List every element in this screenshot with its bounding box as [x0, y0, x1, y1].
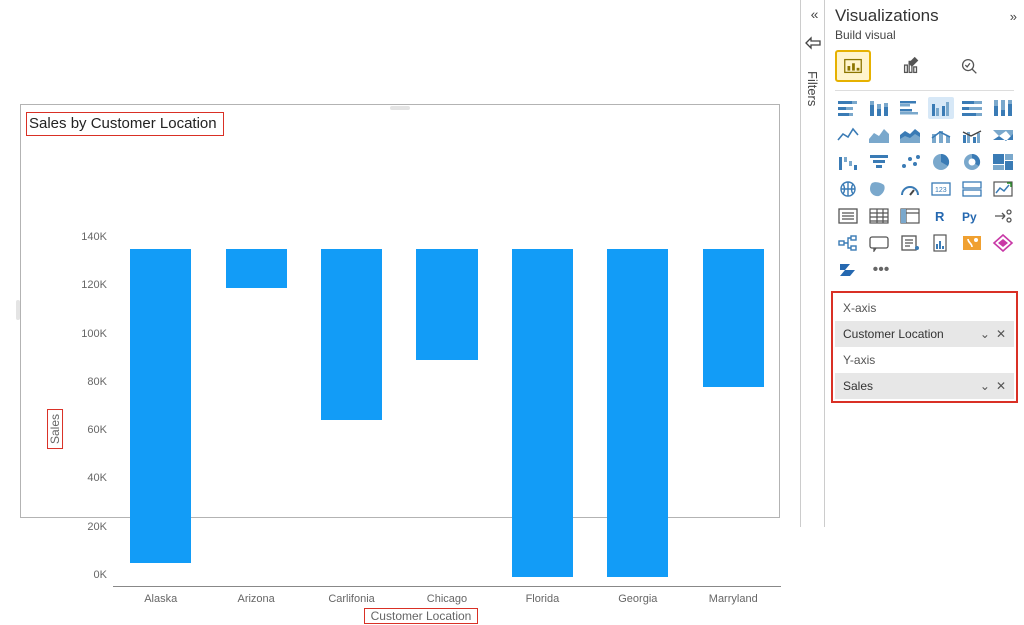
- multi-row-card-icon[interactable]: [959, 178, 985, 200]
- paginated-report-icon[interactable]: [928, 232, 954, 254]
- x-tick: Georgia: [590, 593, 685, 605]
- funnel-icon[interactable]: [866, 151, 892, 173]
- x-axis-well-label: X-axis: [835, 295, 1014, 321]
- bar-slot: Georgia: [590, 249, 685, 587]
- bar[interactable]: [703, 249, 764, 387]
- kpi-icon[interactable]: [990, 178, 1016, 200]
- chart-visual[interactable]: Sales AlaskaArizonaCarlifoniaChicagoFlor…: [20, 104, 780, 518]
- decomposition-tree-icon[interactable]: [835, 232, 861, 254]
- scatter-icon[interactable]: [897, 151, 923, 173]
- chevron-down-icon[interactable]: ⌄: [980, 379, 990, 393]
- card-icon[interactable]: 123: [928, 178, 954, 200]
- power-automate-icon[interactable]: [835, 259, 861, 281]
- x-axis-label: Customer Location: [364, 608, 479, 624]
- get-more-visuals-icon[interactable]: •••: [866, 259, 892, 281]
- visual-type-gallery: 123 R Py •••: [825, 97, 1024, 281]
- x-axis-field-name: Customer Location: [843, 327, 944, 341]
- plot-area: AlaskaArizonaCarlifoniaChicagoFloridaGeo…: [113, 249, 781, 587]
- y-axis-field-name: Sales: [843, 379, 873, 393]
- r-visual-icon[interactable]: R: [928, 205, 954, 227]
- 100-stacked-column-icon[interactable]: [990, 97, 1016, 119]
- bar-slot: Arizona: [208, 249, 303, 587]
- x-tick: Chicago: [399, 593, 494, 605]
- pie-icon[interactable]: [928, 151, 954, 173]
- bars-container: AlaskaArizonaCarlifoniaChicagoFloridaGeo…: [113, 249, 781, 587]
- svg-text:123: 123: [935, 187, 947, 194]
- field-wells: X-axis Customer Location ⌄ ✕ Y-axis Sale…: [831, 291, 1018, 403]
- y-tick: 80K: [71, 376, 107, 388]
- y-tick: 40K: [71, 472, 107, 484]
- x-tick: Marryland: [686, 593, 781, 605]
- clustered-column-icon[interactable]: [928, 97, 954, 119]
- waterfall-icon[interactable]: [835, 151, 861, 173]
- format-visual-tab[interactable]: [893, 50, 929, 82]
- y-tick: 140K: [71, 231, 107, 243]
- build-visual-tab[interactable]: [835, 50, 871, 82]
- panel-title: Visualizations: [835, 6, 939, 26]
- bar[interactable]: [512, 249, 573, 577]
- filters-label[interactable]: Filters: [805, 71, 820, 106]
- x-tick: Carlifonia: [304, 593, 399, 605]
- bar-slot: Carlifonia: [304, 249, 399, 587]
- remove-field-icon[interactable]: ✕: [996, 379, 1006, 393]
- reveal-icon[interactable]: [805, 36, 821, 53]
- bar[interactable]: [130, 249, 191, 563]
- stacked-bar-icon[interactable]: [835, 97, 861, 119]
- y-tick: 0K: [71, 569, 107, 581]
- remove-field-icon[interactable]: ✕: [996, 327, 1006, 341]
- chart-title: Sales by Customer Location: [26, 112, 224, 136]
- y-tick: 100K: [71, 328, 107, 340]
- filled-map-icon[interactable]: [866, 178, 892, 200]
- qna-icon[interactable]: [866, 232, 892, 254]
- analytics-tab[interactable]: [951, 50, 987, 82]
- x-axis-field-chip[interactable]: Customer Location ⌄ ✕: [835, 321, 1014, 347]
- bar[interactable]: [321, 249, 382, 420]
- bar[interactable]: [416, 249, 477, 360]
- stacked-area-icon[interactable]: [897, 124, 923, 146]
- collapse-panel-icon[interactable]: »: [1010, 9, 1014, 24]
- build-visual-label: Build visual: [835, 28, 896, 42]
- bar-slot: Chicago: [399, 249, 494, 587]
- slicer-icon[interactable]: [835, 205, 861, 227]
- python-visual-icon[interactable]: Py: [959, 205, 985, 227]
- x-tick: Arizona: [208, 593, 303, 605]
- table-icon[interactable]: [866, 205, 892, 227]
- y-tick: 120K: [71, 279, 107, 291]
- ribbon-icon[interactable]: [990, 124, 1016, 146]
- bar-slot: Marryland: [686, 249, 781, 587]
- x-tick: Alaska: [113, 593, 208, 605]
- line-stacked-column-icon[interactable]: [928, 124, 954, 146]
- line-icon[interactable]: [835, 124, 861, 146]
- x-tick: Florida: [495, 593, 590, 605]
- bar-slot: Alaska: [113, 249, 208, 587]
- donut-icon[interactable]: [959, 151, 985, 173]
- bar[interactable]: [607, 249, 668, 577]
- visualizations-panel: Visualizations » Build visual: [824, 0, 1024, 527]
- matrix-icon[interactable]: [897, 205, 923, 227]
- bar-slot: Florida: [495, 249, 590, 587]
- y-axis-label: Sales: [47, 409, 63, 449]
- smart-narrative-icon[interactable]: [897, 232, 923, 254]
- y-axis-well-label: Y-axis: [835, 347, 1014, 373]
- expand-filters-icon[interactable]: «: [811, 6, 815, 22]
- line-clustered-column-icon[interactable]: [959, 124, 985, 146]
- key-influencers-icon[interactable]: [990, 205, 1016, 227]
- clustered-bar-icon[interactable]: [897, 97, 923, 119]
- svg-text:Py: Py: [962, 210, 977, 224]
- area-icon[interactable]: [866, 124, 892, 146]
- report-canvas[interactable]: Sales by Customer Location ••• Sales Ala…: [0, 0, 800, 527]
- y-axis-field-chip[interactable]: Sales ⌄ ✕: [835, 373, 1014, 399]
- gauge-icon[interactable]: [897, 178, 923, 200]
- 100-stacked-bar-icon[interactable]: [959, 97, 985, 119]
- powerapps-icon[interactable]: [990, 232, 1016, 254]
- stacked-column-icon[interactable]: [866, 97, 892, 119]
- arcgis-icon[interactable]: [959, 232, 985, 254]
- map-icon[interactable]: [835, 178, 861, 200]
- treemap-icon[interactable]: [990, 151, 1016, 173]
- chevron-down-icon[interactable]: ⌄: [980, 327, 990, 341]
- filters-collapsed-rail: « Filters: [800, 0, 824, 527]
- y-tick: 60K: [71, 424, 107, 436]
- bar[interactable]: [226, 249, 287, 288]
- svg-text:R: R: [935, 209, 945, 224]
